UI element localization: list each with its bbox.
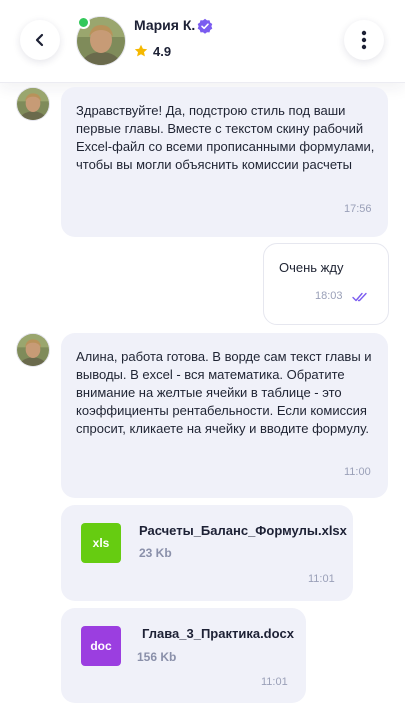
message-bubble-incoming[interactable]: Алина, работа готова. В ворде сам текст … — [61, 333, 388, 498]
chevron-left-icon — [35, 33, 44, 47]
file-size: 23 Kb — [139, 546, 172, 560]
chat-header: Мария К. 4.9 — [0, 0, 405, 83]
rating-value: 4.9 — [153, 44, 172, 59]
file-name: Глава_3_Практика.docx — [142, 626, 295, 641]
message-time: 17:56 — [344, 203, 372, 215]
message-bubble-incoming[interactable]: Здравствуйте! Да, подстрою стиль под ваш… — [61, 87, 388, 237]
avatar-image — [17, 88, 49, 120]
online-status-dot — [77, 16, 90, 29]
message-bubble-outgoing[interactable]: Очень жду 18:03 — [263, 243, 389, 325]
avatar-image — [17, 334, 49, 366]
file-size: 156 Kb — [137, 650, 177, 664]
verified-badge-icon — [197, 18, 213, 34]
more-options-button[interactable] — [344, 20, 384, 60]
back-button[interactable] — [20, 20, 60, 60]
contact-name[interactable]: Мария К. — [134, 17, 195, 33]
sender-avatar[interactable] — [16, 333, 50, 367]
doc-file-icon: doc — [81, 626, 121, 666]
message-time: 18:03 — [315, 290, 343, 302]
chat-screen: Мария К. 4.9 Здравствуйте! Да, подстрою … — [0, 0, 405, 709]
file-time: 11:01 — [308, 573, 335, 585]
message-text: Очень жду — [279, 260, 344, 275]
message-text: Алина, работа готова. В ворде сам текст … — [76, 349, 372, 436]
star-icon — [134, 44, 148, 57]
message-time: 11:00 — [344, 466, 371, 478]
file-name: Расчеты_Баланс_Формулы.xlsx — [139, 523, 347, 538]
file-time: 11:01 — [261, 676, 288, 688]
file-attachment[interactable]: doc Глава_3_Практика.docx 156 Kb 11:01 — [61, 608, 306, 703]
message-text: Здравствуйте! Да, подстрою стиль под ваш… — [76, 103, 375, 172]
read-check-icon — [352, 292, 367, 302]
xls-file-icon: xls — [81, 523, 121, 563]
more-vertical-icon — [361, 30, 367, 50]
file-attachment[interactable]: xls Расчеты_Баланс_Формулы.xlsx 23 Kb 11… — [61, 505, 353, 601]
sender-avatar[interactable] — [16, 87, 50, 121]
